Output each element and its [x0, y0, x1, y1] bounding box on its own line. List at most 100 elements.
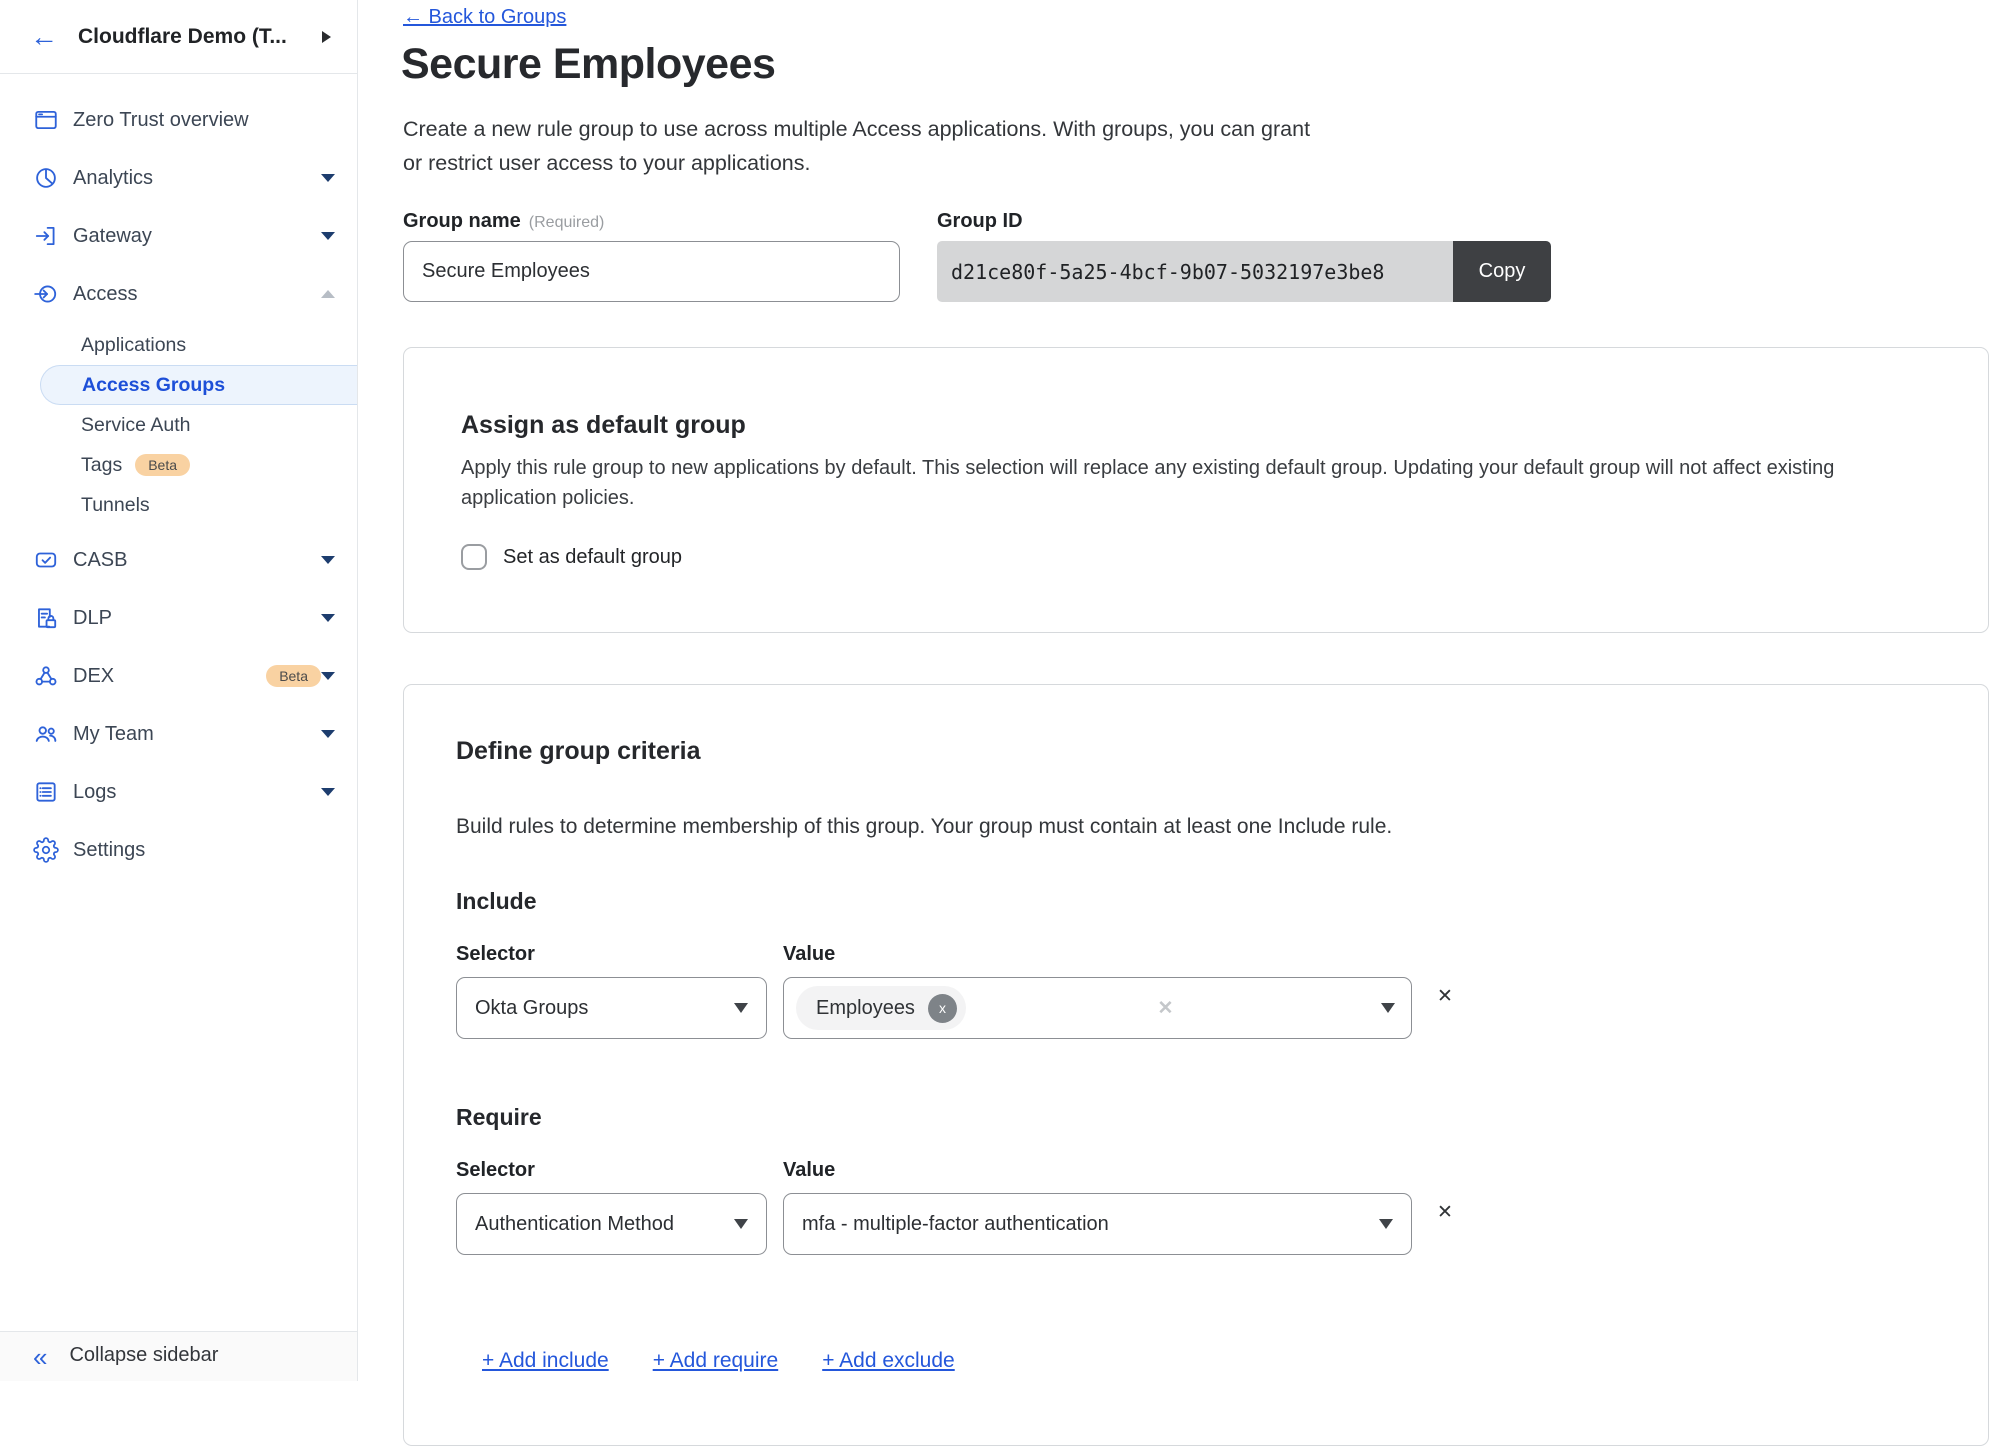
chevron-down-icon [1379, 1219, 1393, 1229]
add-exclude-link[interactable]: + Add exclude [822, 1349, 955, 1373]
beta-badge: Beta [266, 665, 321, 687]
page-description: Create a new rule group to use across mu… [403, 112, 1310, 180]
include-selector-dropdown[interactable]: Okta Groups [456, 977, 767, 1039]
default-group-card-description: Apply this rule group to new application… [461, 453, 1931, 513]
clear-value-button[interactable]: ✕ [1158, 997, 1174, 1020]
set-default-group-checkbox-row[interactable]: Set as default group [461, 544, 682, 570]
sidebar-item-service-auth[interactable]: Service Auth [0, 405, 357, 445]
gateway-icon [33, 223, 59, 249]
sidebar-item-label: Analytics [73, 167, 321, 190]
account-title: Cloudflare Demo (T... [78, 25, 314, 49]
include-value-label: Value [783, 943, 835, 966]
sidebar-item-label: Zero Trust overview [73, 109, 335, 132]
page-title: Secure Employees [401, 40, 775, 89]
back-to-groups-link[interactable]: ← Back to Groups [403, 6, 566, 29]
back-arrow-icon[interactable]: ← [30, 23, 58, 51]
sidebar-item-applications[interactable]: Applications [0, 325, 357, 365]
sidebar-item-label: Tags [81, 454, 122, 477]
group-id-label: Group ID [937, 210, 1023, 233]
include-value-multiselect[interactable]: Employees x ✕ [783, 977, 1412, 1039]
sidebar-item-analytics[interactable]: Analytics [0, 149, 357, 207]
sidebar-item-label: Gateway [73, 225, 321, 248]
employees-tag: Employees x [796, 986, 966, 1030]
access-icon [33, 281, 59, 307]
chevron-down-icon [321, 232, 335, 240]
sidebar-item-my-team[interactable]: My Team [0, 705, 357, 763]
set-default-group-label: Set as default group [503, 546, 682, 569]
casb-icon [33, 547, 59, 573]
collapse-sidebar-label: Collapse sidebar [69, 1344, 218, 1367]
require-selector-label: Selector [456, 1159, 535, 1182]
sidebar-item-access-groups[interactable]: Access Groups [40, 365, 357, 405]
criteria-card: Define group criteria Build rules to det… [403, 684, 1989, 1446]
sidebar-item-settings[interactable]: Settings [0, 821, 357, 879]
default-group-card: Assign as default group Apply this rule … [403, 347, 1989, 633]
require-selector-dropdown[interactable]: Authentication Method [456, 1193, 767, 1255]
sidebar-item-label: CASB [73, 549, 321, 572]
sidebar-item-label: DEX [73, 665, 253, 688]
access-sub-menu: Applications Access Groups Service Auth Tag… [0, 325, 357, 525]
dex-icon [33, 663, 59, 689]
sidebar-item-dex[interactable]: DEX Beta [0, 647, 357, 705]
sidebar-item-label: Settings [73, 839, 335, 862]
chevron-down-icon [321, 614, 335, 622]
sidebar-footer[interactable]: « Collapse sidebar [0, 1331, 357, 1381]
sidebar-item-label: Service Auth [81, 414, 190, 437]
sidebar-item-logs[interactable]: Logs [0, 763, 357, 821]
chevron-up-icon [321, 290, 335, 298]
account-expand-icon[interactable] [322, 31, 331, 43]
criteria-card-title: Define group criteria [456, 737, 701, 766]
settings-icon [33, 837, 59, 863]
sidebar-item-casb[interactable]: CASB [0, 531, 357, 589]
analytics-icon [33, 165, 59, 191]
sidebar-header: ← Cloudflare Demo (T... [0, 0, 357, 74]
sidebar-item-label: Tunnels [81, 494, 150, 517]
collapse-sidebar-icon: « [33, 1344, 47, 1370]
group-name-label: Group name(Required) [403, 210, 604, 233]
beta-badge: Beta [135, 454, 190, 476]
dlp-icon [33, 605, 59, 631]
chevron-down-icon [734, 1219, 748, 1229]
require-value-label: Value [783, 1159, 835, 1182]
sidebar-item-tunnels[interactable]: Tunnels [0, 485, 357, 525]
chevron-down-icon [1381, 1003, 1395, 1013]
add-require-link[interactable]: + Add require [653, 1349, 779, 1373]
sidebar-item-access[interactable]: Access [0, 265, 357, 323]
add-rule-links: + Add include + Add require + Add exclud… [482, 1349, 955, 1373]
chevron-down-icon [321, 174, 335, 182]
copy-button[interactable]: Copy [1453, 241, 1551, 302]
group-id-field: d21ce80f-5a25-4bcf-9b07-5032197e3be8 Cop… [937, 241, 1551, 302]
sidebar-item-label: DLP [73, 607, 321, 630]
sidebar-item-zero-trust-overview[interactable]: Zero Trust overview [0, 91, 357, 149]
default-group-card-title: Assign as default group [461, 411, 746, 440]
sidebar-item-tags[interactable]: Tags Beta [0, 445, 357, 485]
group-id-value: d21ce80f-5a25-4bcf-9b07-5032197e3be8 [937, 241, 1453, 302]
include-heading: Include [456, 888, 537, 915]
sidebar-item-label: Logs [73, 781, 321, 804]
sidebar-item-dlp[interactable]: DLP [0, 589, 357, 647]
sidebar-item-gateway[interactable]: Gateway [0, 207, 357, 265]
chevron-down-icon [321, 672, 335, 680]
require-heading: Require [456, 1104, 542, 1131]
sidebar-item-label: My Team [73, 723, 321, 746]
chevron-down-icon [734, 1003, 748, 1013]
require-value-dropdown[interactable]: mfa - multiple-factor authentication [783, 1193, 1412, 1255]
sidebar: ← Cloudflare Demo (T... Zero Trust overv… [0, 0, 358, 1381]
chevron-down-icon [321, 788, 335, 796]
main-content: ← Back to Groups Secure Employees Create… [358, 0, 1999, 1381]
remove-include-rule-button[interactable]: ✕ [1437, 985, 1453, 1008]
sidebar-nav: Zero Trust overview Analytics Gateway Acces… [0, 74, 357, 879]
include-selector-label: Selector [456, 943, 535, 966]
chevron-down-icon [321, 730, 335, 738]
remove-employees-tag-button[interactable]: x [928, 994, 957, 1023]
chevron-down-icon [321, 556, 335, 564]
add-include-link[interactable]: + Add include [482, 1349, 609, 1373]
group-name-input[interactable] [403, 241, 900, 302]
overview-icon [33, 107, 59, 133]
sidebar-item-label: Access [73, 283, 321, 306]
sidebar-item-label: Access Groups [82, 374, 225, 397]
sidebar-item-label: Applications [81, 334, 186, 357]
set-default-group-checkbox[interactable] [461, 544, 487, 570]
remove-require-rule-button[interactable]: ✕ [1437, 1201, 1453, 1224]
logs-icon [33, 779, 59, 805]
